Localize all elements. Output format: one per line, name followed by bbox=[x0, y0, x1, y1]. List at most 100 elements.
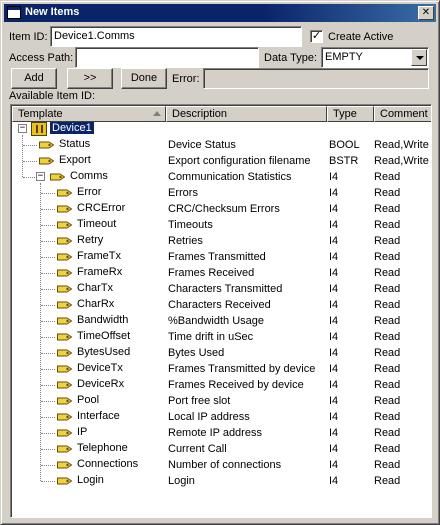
column-header-template-label: Template bbox=[18, 108, 63, 120]
item-comment: Read bbox=[374, 187, 401, 199]
forward-button[interactable]: >> bbox=[67, 68, 113, 89]
chevron-down-icon[interactable] bbox=[411, 49, 427, 66]
item-description: Login bbox=[168, 475, 195, 487]
collapse-icon[interactable]: − bbox=[18, 124, 27, 133]
item-name: BytesUsed bbox=[77, 346, 131, 358]
item-name: CRCError bbox=[77, 202, 126, 214]
tag-icon bbox=[56, 364, 73, 374]
tree-connector bbox=[41, 321, 55, 322]
tag-icon bbox=[56, 300, 73, 310]
access-path-input[interactable] bbox=[75, 47, 259, 68]
tree-root-row[interactable]: − Device1 bbox=[12, 121, 431, 137]
tag-icon bbox=[56, 236, 73, 246]
available-item-id-label: Available Item ID: bbox=[9, 90, 96, 102]
collapse-icon[interactable]: − bbox=[36, 172, 45, 181]
tree-item-row[interactable]: FrameRx Frames Received I4 Read bbox=[12, 265, 431, 281]
tree-item-row[interactable]: Login Login I4 Read bbox=[12, 473, 431, 489]
tree-item-row[interactable]: − Comms Communication Statistics I4 Read bbox=[12, 169, 431, 185]
close-button[interactable]: ✕ bbox=[418, 6, 434, 20]
tree-connector bbox=[41, 417, 55, 418]
item-type: I4 bbox=[329, 251, 339, 263]
item-name: DeviceTx bbox=[77, 362, 123, 374]
item-type: I4 bbox=[329, 475, 339, 487]
tree-item-row[interactable]: Timeout Timeouts I4 Read bbox=[12, 217, 431, 233]
tree-connector bbox=[23, 161, 37, 162]
tree-item-row[interactable]: Telephone Current Call I4 Read bbox=[12, 441, 431, 457]
item-tree-list[interactable]: Template Description Type Comment − Devic… bbox=[10, 104, 432, 518]
tag-icon bbox=[56, 460, 73, 470]
tree-item-row[interactable]: CharTx Characters Transmitted I4 Read bbox=[12, 281, 431, 297]
tree-item-row[interactable]: Bandwidth %Bandwidth Usage I4 Read bbox=[12, 313, 431, 329]
item-type: I4 bbox=[329, 411, 339, 423]
new-items-dialog: New Items ✕ Item ID: Device1.Comms ✓ Cre… bbox=[0, 0, 440, 525]
data-type-select[interactable]: EMPTY bbox=[321, 47, 429, 68]
tree-connector bbox=[41, 305, 55, 306]
tree-item-row[interactable]: FrameTx Frames Transmitted I4 Read bbox=[12, 249, 431, 265]
item-description: Characters Received bbox=[168, 299, 271, 311]
item-comment: Read bbox=[374, 315, 401, 327]
item-type: I4 bbox=[329, 347, 339, 359]
tree-item-row[interactable]: Connections Number of connections I4 Read bbox=[12, 457, 431, 473]
item-name: Timeout bbox=[77, 218, 117, 230]
column-header-template[interactable]: Template bbox=[12, 106, 166, 122]
access-path-label: Access Path: bbox=[9, 52, 74, 64]
tree-item-row[interactable]: Error Errors I4 Read bbox=[12, 185, 431, 201]
item-name: Error bbox=[77, 186, 102, 198]
column-header-type[interactable]: Type bbox=[327, 106, 374, 122]
item-comment: Read bbox=[374, 251, 401, 263]
item-name: Connections bbox=[77, 458, 139, 470]
tree-item-row[interactable]: Pool Port free slot I4 Read bbox=[12, 393, 431, 409]
create-active-checkbox[interactable]: ✓ bbox=[310, 30, 323, 43]
item-type: I4 bbox=[329, 395, 339, 407]
item-comment: Read bbox=[374, 443, 401, 455]
item-comment: Read bbox=[374, 171, 401, 183]
item-description: Frames Transmitted bbox=[168, 251, 266, 263]
tree-item-row[interactable]: Retry Retries I4 Read bbox=[12, 233, 431, 249]
tree-item-row[interactable]: CRCError CRC/Checksum Errors I4 Read bbox=[12, 201, 431, 217]
item-comment: Read bbox=[374, 427, 401, 439]
data-type-label: Data Type: bbox=[264, 52, 317, 64]
item-description: Errors bbox=[168, 187, 198, 199]
item-type: BSTR bbox=[329, 155, 359, 167]
item-name: FrameRx bbox=[77, 266, 123, 278]
tree-item-row[interactable]: TimeOffset Time drift in uSec I4 Read bbox=[12, 329, 431, 345]
done-button[interactable]: Done bbox=[121, 68, 167, 89]
item-comment: Read bbox=[374, 219, 401, 231]
item-id-input[interactable]: Device1.Comms bbox=[50, 26, 302, 47]
item-comment: Read bbox=[374, 347, 401, 359]
item-name: Login bbox=[77, 474, 104, 486]
tree-connector bbox=[23, 177, 35, 178]
item-type: I4 bbox=[329, 299, 339, 311]
item-name: Comms bbox=[70, 170, 108, 182]
tag-icon bbox=[56, 412, 73, 422]
item-name: Retry bbox=[77, 234, 104, 246]
title-bar[interactable]: New Items ✕ bbox=[4, 4, 436, 22]
tree-item-row[interactable]: IP Remote IP address I4 Read bbox=[12, 425, 431, 441]
tree-item-row[interactable]: CharRx Characters Received I4 Read bbox=[12, 297, 431, 313]
tree-item-row[interactable]: Export Export configuration filename BSTR R… bbox=[12, 153, 431, 169]
tree-item-row[interactable]: DeviceRx Frames Received by device I4 Read bbox=[12, 377, 431, 393]
tree-item-row[interactable]: DeviceTx Frames Transmitted by device I4 Re… bbox=[12, 361, 431, 377]
tag-icon bbox=[56, 348, 73, 358]
add-button[interactable]: Add bbox=[11, 68, 57, 89]
item-comment: Read bbox=[374, 235, 401, 247]
tag-icon bbox=[56, 428, 73, 438]
item-description: Number of connections bbox=[168, 459, 282, 471]
tag-icon bbox=[49, 172, 66, 182]
item-description: Frames Transmitted by device bbox=[168, 363, 316, 375]
tree-item-row[interactable]: BytesUsed Bytes Used I4 Read bbox=[12, 345, 431, 361]
item-id-label: Item ID: bbox=[9, 31, 48, 43]
column-header-comment[interactable]: Comment bbox=[374, 106, 431, 122]
tree-item-row[interactable]: Interface Local IP address I4 Read bbox=[12, 409, 431, 425]
item-comment: Read bbox=[374, 411, 401, 423]
item-name: FrameTx bbox=[77, 250, 121, 262]
item-comment: Read bbox=[374, 395, 401, 407]
tree-item-row[interactable]: Status Device Status BOOL Read,Write bbox=[12, 137, 431, 153]
item-description: Time drift in uSec bbox=[168, 331, 254, 343]
tree-connector bbox=[41, 401, 55, 402]
item-description: Bytes Used bbox=[168, 347, 225, 359]
column-header-description[interactable]: Description bbox=[166, 106, 327, 122]
tag-icon bbox=[56, 476, 73, 486]
item-type: I4 bbox=[329, 283, 339, 295]
item-type: BOOL bbox=[329, 139, 360, 151]
